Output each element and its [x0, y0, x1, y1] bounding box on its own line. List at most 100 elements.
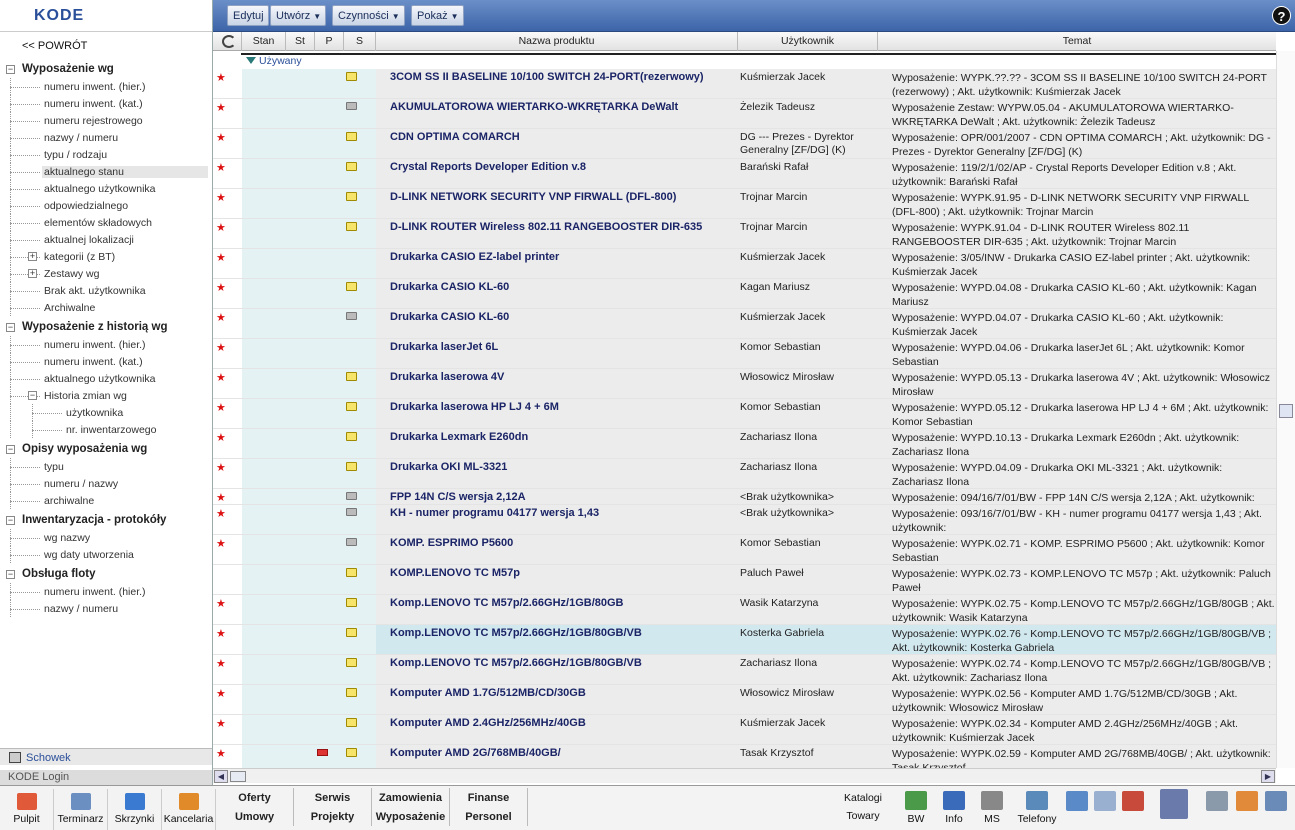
module-tab[interactable]: Finanse — [450, 788, 528, 807]
horizontal-scrollbar[interactable]: ◀ ▶ — [213, 768, 1276, 783]
note-icon[interactable] — [346, 132, 357, 141]
expand-icon[interactable]: − — [28, 391, 37, 400]
tree-section[interactable]: − Wyposażenie wg — [0, 61, 212, 78]
table-row[interactable]: ★ Drukarka OKI ML-3321 Zachariasz Ilona Wyp… — [213, 459, 1276, 489]
table-row[interactable]: ★ Drukarka laserowa HP LJ 4 + 6M Komor Seb… — [213, 399, 1276, 429]
product-name[interactable]: CDN OPTIMA COMARCH — [390, 131, 735, 143]
note-icon[interactable] — [346, 222, 357, 231]
tree-item[interactable]: numeru inwent. (hier.) — [0, 78, 212, 95]
note-icon[interactable] — [346, 628, 357, 637]
tree-item[interactable]: + Zestawy wg — [0, 265, 212, 282]
actions-menu-button[interactable]: Czynności ▼ — [332, 5, 405, 26]
tree-item[interactable]: archiwalne — [0, 492, 212, 509]
module-tab[interactable]: Serwis — [294, 788, 372, 807]
note-icon[interactable] — [346, 598, 357, 607]
table-row[interactable]: ★ Drukarka CASIO KL-60 Kagan Mariusz Wyposa… — [213, 279, 1276, 309]
note-icon[interactable] — [346, 282, 357, 291]
table-row[interactable]: ★ Drukarka CASIO KL-60 Kuśmierzak Jacek Wyp… — [213, 309, 1276, 339]
tool-info[interactable]: Info — [936, 789, 972, 825]
tree-section[interactable]: − Inwentaryzacja - protokóły — [0, 512, 212, 529]
tree-item[interactable]: numeru / nazwy — [0, 475, 212, 492]
back-link[interactable]: << POWRÓT — [22, 40, 87, 52]
note-icon[interactable] — [346, 72, 357, 81]
product-name[interactable]: KOMP. ESPRIMO P5600 — [390, 537, 735, 549]
product-name[interactable]: KH - numer programu 04177 wersja 1,43 — [390, 507, 735, 519]
table-row[interactable]: ★ KH - numer programu 04177 wersja 1,43 <B… — [213, 505, 1276, 535]
collapse-icon[interactable]: − — [6, 323, 15, 332]
table-row[interactable]: ★ CDN OPTIMA COMARCH DG --- Prezes - Dyrek… — [213, 129, 1276, 159]
module-tab[interactable]: Zamowienia — [372, 788, 450, 807]
product-name[interactable]: Drukarka CASIO KL-60 — [390, 281, 735, 293]
table-row[interactable]: ★ D-LINK ROUTER Wireless 802.11 RANGEBOOS… — [213, 219, 1276, 249]
column-s[interactable]: S — [344, 32, 376, 51]
note-icon[interactable] — [346, 718, 357, 727]
column-product-name[interactable]: Nazwa produktu — [376, 32, 738, 51]
product-name[interactable]: Komputer AMD 2G/768MB/40GB/ — [390, 747, 735, 759]
towary-link[interactable]: Towary — [832, 810, 894, 822]
tree-item[interactable]: numeru inwent. (kat.) — [0, 353, 212, 370]
printer-icon[interactable] — [346, 508, 357, 516]
product-name[interactable]: Komputer AMD 2.4GHz/256MHz/40GB — [390, 717, 735, 729]
module-tab[interactable]: Projekty — [294, 807, 372, 826]
product-name[interactable]: Drukarka laserowa HP LJ 4 + 6M — [390, 401, 735, 413]
book-search-icon[interactable] — [1160, 789, 1188, 819]
note-icon[interactable] — [346, 688, 357, 697]
tree-item[interactable]: elementów składowych — [0, 214, 212, 231]
printer-icon[interactable] — [346, 492, 357, 500]
note-icon[interactable] — [346, 462, 357, 471]
printer-icon[interactable] — [346, 312, 357, 320]
tree-item[interactable]: + kategorii (z BT) — [0, 248, 212, 265]
tree-section[interactable]: − Opisy wyposażenia wg — [0, 441, 212, 458]
tree-item[interactable]: typu — [0, 458, 212, 475]
product-name[interactable]: Komp.LENOVO TC M57p/2.66GHz/1GB/80GB/VB — [390, 657, 735, 669]
module-tab[interactable]: Personel — [450, 807, 528, 826]
tree-item[interactable]: Archiwalne — [0, 299, 212, 316]
collapse-icon[interactable]: − — [6, 570, 15, 579]
tree-item[interactable]: aktualnego użytkownika — [0, 370, 212, 387]
product-name[interactable]: Drukarka CASIO KL-60 — [390, 311, 735, 323]
table-row[interactable]: ★ Drukarka Lexmark E260dn Zachariasz Ilona… — [213, 429, 1276, 459]
tool-telefony[interactable]: Telefony — [1012, 789, 1062, 825]
tree-item[interactable]: numeru inwent. (hier.) — [0, 583, 212, 600]
collapse-icon[interactable]: − — [6, 516, 15, 525]
login-bar[interactable]: KODE Login — [0, 770, 212, 785]
table-row[interactable]: ★ Komp.LENOVO TC M57p/2.66GHz/1GB/80GB/VB… — [213, 655, 1276, 685]
user-icon[interactable] — [1236, 791, 1258, 811]
product-name[interactable]: Drukarka laserJet 6L — [390, 341, 735, 353]
tree-item[interactable]: nr. inwentarzowego — [0, 421, 212, 438]
refresh-button[interactable] — [213, 32, 242, 51]
table-row[interactable]: ★ KOMP. ESPRIMO P5600 Komor Sebastian Wypos… — [213, 535, 1276, 565]
product-name[interactable]: KOMP.LENOVO TC M57p — [390, 567, 735, 579]
tree-item[interactable]: numeru inwent. (kat.) — [0, 95, 212, 112]
note-icon[interactable] — [346, 162, 357, 171]
table-row[interactable]: ★ D-LINK NETWORK SECURITY VNP FIRWALL (DF… — [213, 189, 1276, 219]
tool-ms[interactable]: MS — [974, 789, 1010, 825]
tree-item[interactable]: typu / rodzaju — [0, 146, 212, 163]
tree-item[interactable]: aktualnego stanu — [0, 163, 212, 180]
tree-item[interactable]: Brak akt. użytkownika — [0, 282, 212, 299]
column-stan[interactable]: Stan — [242, 32, 286, 51]
table-row[interactable]: ★ Komputer AMD 2G/768MB/40GB/Tasak Krzysz… — [213, 745, 1276, 769]
tree-item[interactable]: numeru rejestrowego — [0, 112, 212, 129]
launcher-pulpit[interactable]: Pulpit — [0, 789, 54, 830]
product-name[interactable]: Drukarka CASIO EZ-label printer — [390, 251, 735, 263]
module-tab[interactable]: Oferty — [216, 788, 294, 807]
collapse-icon[interactable]: − — [6, 445, 15, 454]
table-row[interactable]: ★ Drukarka CASIO EZ-label printer Kuśmierz… — [213, 249, 1276, 279]
product-name[interactable]: FPP 14N C/S wersja 2,12A — [390, 491, 735, 503]
product-name[interactable]: AKUMULATOROWA WIERTARKO-WKRĘTARKA DeWalt — [390, 101, 735, 113]
expand-icon[interactable]: + — [28, 252, 37, 261]
settings-icon[interactable] — [1265, 791, 1287, 811]
table-row[interactable]: ★ Crystal Reports Developer Edition v.8 Ba… — [213, 159, 1276, 189]
tool-bw[interactable]: BW — [898, 789, 934, 825]
product-name[interactable]: Crystal Reports Developer Edition v.8 — [390, 161, 735, 173]
note-icon[interactable] — [346, 192, 357, 201]
search-icon[interactable] — [1066, 791, 1088, 811]
table-row[interactable]: ★ Komputer AMD 1.7G/512MB/CD/30GB Włosowic… — [213, 685, 1276, 715]
clipboard-button[interactable]: Schowek — [0, 748, 212, 765]
scroll-left-icon[interactable]: ◀ — [214, 770, 228, 783]
tree-item[interactable]: aktualnego użytkownika — [0, 180, 212, 197]
printer-icon[interactable] — [346, 538, 357, 546]
scroll-thumb[interactable] — [1279, 404, 1293, 418]
create-menu-button[interactable]: Utwórz ▼ — [270, 5, 327, 26]
